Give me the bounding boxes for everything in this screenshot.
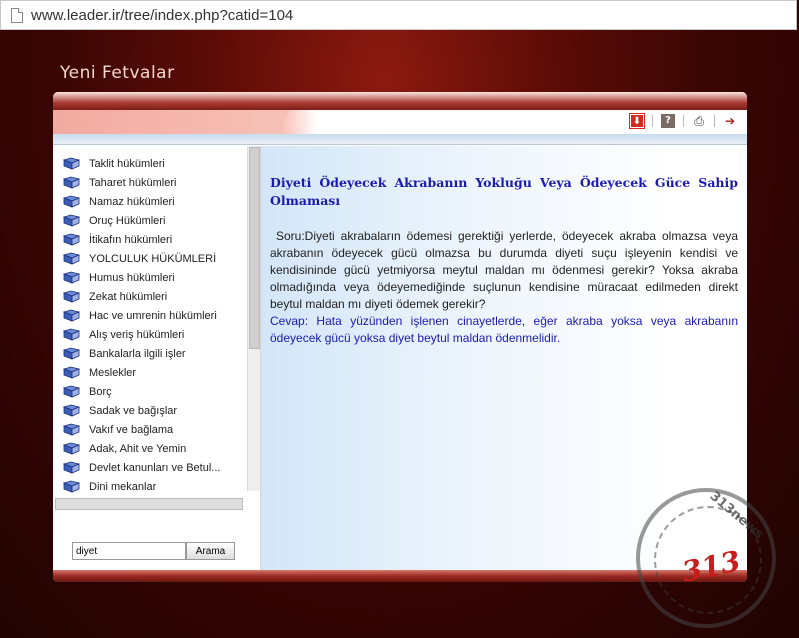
topic-label: Borç (89, 385, 112, 398)
topic-list-item[interactable]: Oruç Hükümleri (63, 211, 243, 230)
topic-list-item[interactable]: Vakıf ve bağlama (63, 420, 243, 439)
topic-list-item[interactable]: Taklit hükümleri (63, 154, 243, 173)
book-icon (63, 480, 80, 493)
book-icon (63, 366, 80, 379)
article-answer: Cevap: Hata yüzünden işlenen cinayetlerd… (270, 314, 738, 345)
topic-label: Humus hükümleri (89, 271, 175, 284)
search-input[interactable] (72, 542, 186, 560)
book-icon (63, 252, 80, 265)
sidebar-vertical-scrollbar[interactable] (247, 146, 260, 491)
book-icon (63, 385, 80, 398)
topic-label: Meslekler (89, 366, 137, 379)
toolbar-divider (53, 134, 747, 145)
print-icon[interactable]: ⎙ (692, 114, 706, 128)
topic-label: Alış veriş hükümleri (89, 328, 185, 341)
book-icon (63, 290, 80, 303)
article-title: Diyeti Ödeyecek Akrabanın Yokluğu Veya Ö… (270, 175, 738, 208)
topic-label: Oruç Hükümleri (89, 214, 166, 227)
book-icon (63, 176, 80, 189)
sidebar-horizontal-scrollbar[interactable] (55, 498, 243, 510)
topic-label: Zekat hükümleri (89, 290, 168, 303)
book-icon (63, 461, 80, 474)
topic-label: Devlet kanunları ve Betul... (89, 461, 221, 474)
topic-list-item[interactable]: Humus hükümleri (63, 268, 243, 287)
watermark-seal: 313news 313 (636, 488, 776, 628)
topic-list-item[interactable]: Sadak ve bağışlar (63, 401, 243, 420)
book-icon (63, 328, 80, 341)
toolbar: ⬇ ? ⎙ ➔ (53, 110, 747, 134)
topic-label: İtikafın hükümleri (89, 233, 173, 246)
panel-top-bar (53, 92, 747, 110)
download-icon[interactable]: ⬇ (629, 113, 645, 129)
sidebar: Taklit hükümleri Taharet hükümleri Namaz h… (53, 146, 261, 570)
topic-list-item[interactable]: İtikafın hükümleri (63, 230, 243, 249)
article-body: Soru:Diyeti akrabaların ödemesi gerektiğ… (270, 228, 738, 347)
book-icon (63, 233, 80, 246)
book-icon (63, 214, 80, 227)
book-icon (63, 309, 80, 322)
topic-label: Namaz hükümleri (89, 195, 175, 208)
topic-label: Sadak ve bağışlar (89, 404, 178, 417)
help-icon[interactable]: ? (661, 114, 675, 128)
page-background: Yeni Fetvalar ⬇ ? ⎙ ➔ Taklit hükümleri Ta… (0, 30, 799, 638)
topic-list-item[interactable]: Bankalarla ilgili işler (63, 344, 243, 363)
topic-list-item[interactable]: Dini mekanlar (63, 477, 243, 494)
toolbar-icons: ⬇ ? ⎙ ➔ (629, 113, 737, 129)
scrollbar-thumb[interactable] (249, 147, 260, 349)
topic-list-item[interactable]: Meslekler (63, 363, 243, 382)
book-icon (63, 195, 80, 208)
book-icon (63, 347, 80, 360)
topic-label: Taklit hükümleri (89, 157, 165, 170)
topic-label: Taharet hükümleri (89, 176, 177, 189)
topic-list-item[interactable]: Devlet kanunları ve Betul... (63, 458, 243, 477)
topic-list-item[interactable]: Borç (63, 382, 243, 401)
book-icon (63, 442, 80, 455)
topic-label: YOLCULUK HÜKÜMLERİ (89, 252, 217, 265)
section-title: Yeni Fetvalar (60, 63, 175, 83)
topic-list-item[interactable]: Adak, Ahit ve Yemin (63, 439, 243, 458)
topic-label: Dini mekanlar (89, 480, 157, 493)
address-bar[interactable]: www.leader.ir/tree/index.php?catid=104 (0, 0, 797, 30)
book-icon (63, 157, 80, 170)
page-icon (11, 7, 23, 23)
topic-list-item[interactable]: Zekat hükümleri (63, 287, 243, 306)
topic-list-item[interactable]: Hac ve umrenin hükümleri (63, 306, 243, 325)
topic-list: Taklit hükümleri Taharet hükümleri Namaz h… (63, 154, 243, 494)
topic-label: Bankalarla ilgili işler (89, 347, 186, 360)
topic-label: Hac ve umrenin hükümleri (89, 309, 217, 322)
topic-label: Vakıf ve bağlama (89, 423, 174, 436)
topic-list-item[interactable]: Namaz hükümleri (63, 192, 243, 211)
topic-list-item[interactable]: Taharet hükümleri (63, 173, 243, 192)
next-arrow-icon[interactable]: ➔ (723, 114, 737, 128)
topic-list-item[interactable]: YOLCULUK HÜKÜMLERİ (63, 249, 243, 268)
topic-list-item[interactable]: Alış veriş hükümleri (63, 325, 243, 344)
topic-label: Adak, Ahit ve Yemin (89, 442, 187, 455)
book-icon (63, 271, 80, 284)
search-button[interactable]: Arama (186, 542, 235, 560)
book-icon (63, 404, 80, 417)
url-text[interactable]: www.leader.ir/tree/index.php?catid=104 (31, 7, 293, 24)
book-icon (63, 423, 80, 436)
content-panel: ⬇ ? ⎙ ➔ Taklit hükümleri Taharet hükümler… (53, 92, 747, 582)
body-area: Taklit hükümleri Taharet hükümleri Namaz h… (53, 146, 747, 570)
article-question: Soru:Diyeti akrabaların ödemesi gerektiğ… (270, 229, 738, 311)
